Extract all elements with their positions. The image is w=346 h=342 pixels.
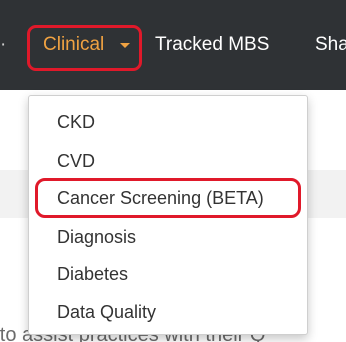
cancer-screening-highlight-annotation <box>35 178 301 218</box>
clinical-highlight-annotation <box>27 25 142 71</box>
nav-separator: · <box>0 34 7 55</box>
nav-tracked-mbs[interactable]: Tracked MBS <box>155 0 269 90</box>
menu-item-diabetes[interactable]: Diabetes <box>57 262 128 286</box>
menu-item-ckd[interactable]: CKD <box>57 110 95 134</box>
menu-item-diagnosis[interactable]: Diagnosis <box>57 225 136 249</box>
nav-share-truncated[interactable]: Sha <box>315 0 346 90</box>
clinical-dropdown-menu: CKD CVD Cancer Screening (BETA) Diagnosi… <box>28 95 308 335</box>
top-navbar: · Clinical Tracked MBS Sha <box>0 0 346 90</box>
menu-item-cvd[interactable]: CVD <box>57 149 95 173</box>
menu-item-data-quality[interactable]: Data Quality <box>57 300 156 324</box>
